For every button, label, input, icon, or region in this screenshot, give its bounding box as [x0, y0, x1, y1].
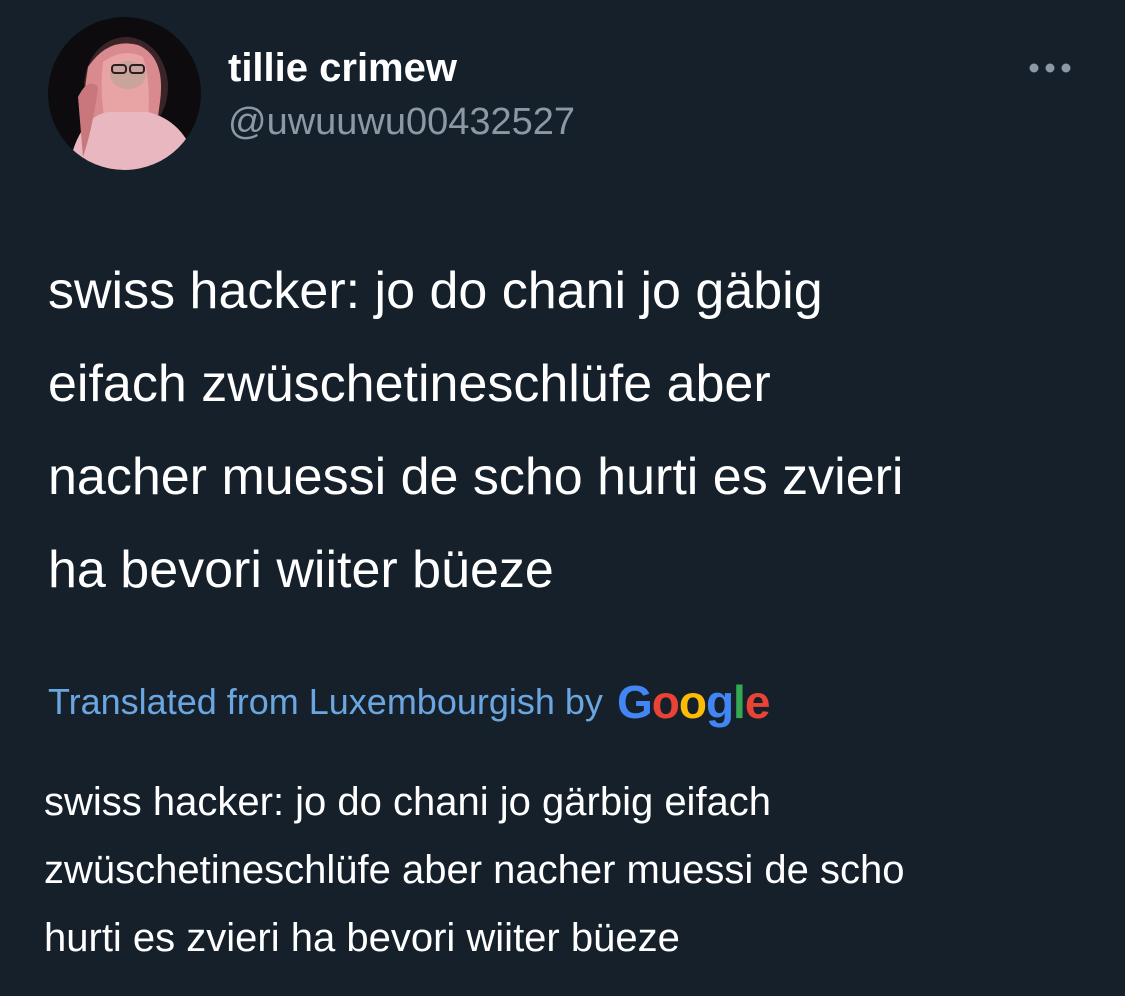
avatar[interactable] [48, 17, 201, 170]
translated-text-line: hurti es zvieri ha bevori wiiter büeze [44, 916, 680, 960]
display-name[interactable]: tillie crimew [228, 44, 457, 92]
more-horizontal-icon [1029, 63, 1071, 73]
tweet-text-line: eifach zwüschetineschlüfe aber [48, 355, 771, 413]
tweet-text-line: nacher muessi de scho hurti es zvieri [48, 448, 904, 506]
google-logo-letter: g [705, 676, 734, 728]
google-logo-letter: o [651, 676, 680, 728]
tweet-text: swiss hacker: jo do chani jo gäbig eifac… [48, 245, 1108, 617]
tweet-text-line: ha bevori wiiter büeze [48, 541, 554, 599]
user-handle[interactable]: @uwuuwu00432527 [228, 99, 575, 145]
translated-text-line: swiss hacker: jo do chani jo gärbig eifa… [44, 780, 772, 824]
tweet-text-line: swiss hacker: jo do chani jo gäbig [48, 262, 823, 320]
google-logo-letter: e [744, 676, 771, 728]
translated-text-line: zwüschetineschlüfe aber nacher muessi de… [44, 848, 905, 892]
profile-photo [48, 17, 201, 170]
google-logo-letter: l [733, 676, 746, 728]
more-options-button[interactable] [1018, 50, 1082, 86]
google-logo: Google [616, 675, 771, 729]
translated-text: swiss hacker: jo do chani jo gärbig eifa… [44, 768, 1104, 972]
google-logo-letter: o [678, 676, 707, 728]
translated-from-link[interactable]: Translated from Luxembourgish by [48, 681, 603, 723]
translation-attribution: Translated from Luxembourgish by Google [48, 674, 771, 730]
google-logo-letter: G [616, 676, 653, 728]
